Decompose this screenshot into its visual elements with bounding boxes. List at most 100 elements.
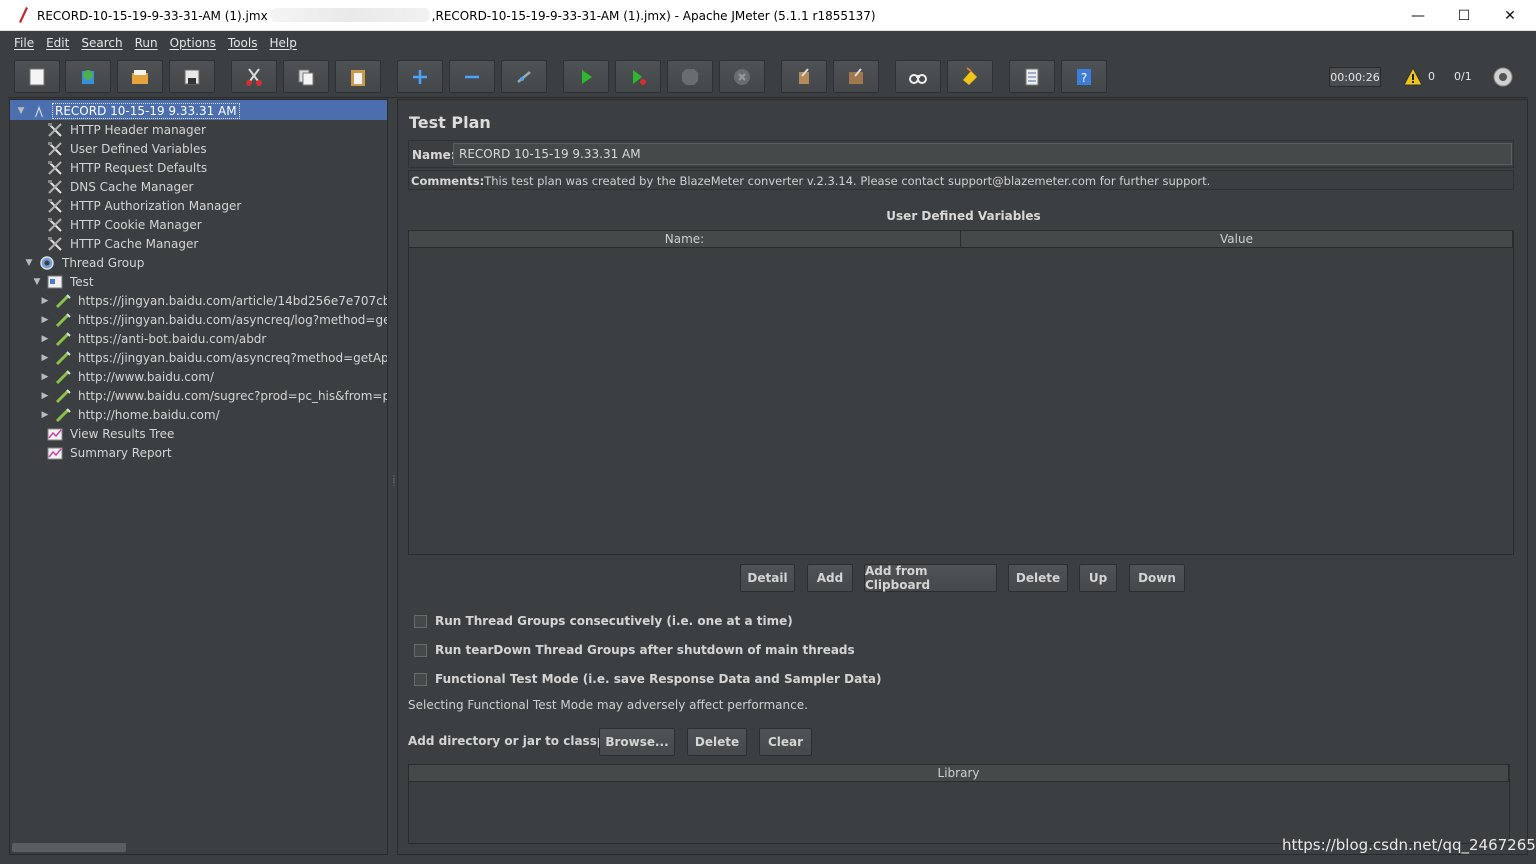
collapsed-arrow-icon[interactable]: ▶ — [40, 410, 50, 420]
functional-mode-checkbox[interactable] — [414, 672, 427, 686]
expanded-arrow-icon[interactable]: ▼ — [16, 106, 26, 116]
up-button[interactable]: Up — [1079, 564, 1117, 592]
collapsed-arrow-icon[interactable]: ▶ — [40, 296, 50, 306]
tree-node-http-www-baidu-com-sugrec-prod-pc-his-fr[interactable]: ▶ http://www.baidu.com/sugrec?prod=pc_his… — [40, 386, 387, 405]
help-button[interactable]: ? — [1061, 60, 1107, 93]
start-no-pause-icon — [633, 69, 646, 85]
expanded-arrow-icon[interactable]: ▼ — [24, 258, 34, 268]
comments-field[interactable]: Comments:This test plan was created by t… — [408, 170, 1514, 190]
reset-search-button[interactable] — [947, 60, 993, 93]
menu-edit[interactable]: Edit — [40, 36, 75, 50]
collapsed-arrow-icon[interactable]: ▶ — [40, 372, 50, 382]
collapsed-arrow-icon[interactable]: ▶ — [40, 353, 50, 363]
comments-label: Comments: — [411, 174, 485, 188]
tree-node-http-www-baidu-com[interactable]: ▶ http://www.baidu.com/ — [40, 367, 216, 386]
tree-node-https-jingyan-baidu-com-article-14bd256e[interactable]: ▶ https://jingyan.baidu.com/article/14bd2… — [40, 291, 387, 310]
tree-node-http-home-baidu-com[interactable]: ▶ http://home.baidu.com/ — [40, 405, 222, 424]
udv-table[interactable]: Name: Value — [408, 230, 1514, 555]
copy-button[interactable] — [283, 60, 329, 93]
clear-button[interactable] — [781, 60, 827, 93]
tree-node-summary-report[interactable]: Summary Report — [32, 443, 174, 462]
clear-library-button[interactable]: Clear — [759, 728, 812, 756]
templates-button[interactable] — [65, 60, 111, 93]
tree-node-user-defined-variables[interactable]: User Defined Variables — [32, 139, 209, 158]
run-consecutively-checkbox[interactable] — [414, 614, 427, 628]
tree-node-http-cookie-manager[interactable]: HTTP Cookie Manager — [32, 215, 204, 234]
start-button[interactable] — [563, 60, 609, 93]
search-button[interactable] — [895, 60, 941, 93]
menu-help[interactable]: Help — [263, 36, 302, 50]
sampler-icon — [54, 330, 72, 348]
start-no-pauses-button[interactable] — [615, 60, 661, 93]
tree-node-label: https://jingyan.baidu.com/asyncreq/log?m… — [78, 312, 387, 327]
minimize-button[interactable]: — — [1395, 0, 1441, 31]
tree-horizontal-scrollbar[interactable] — [12, 843, 126, 852]
tree-node-http-authorization-manager[interactable]: HTTP Authorization Manager — [32, 196, 243, 215]
menu-tools[interactable]: Tools — [222, 36, 264, 50]
active-threads-count: 0/1 — [1454, 70, 1472, 83]
tree-node-thread-group[interactable]: ▼ Thread Group — [24, 253, 146, 272]
add-button[interactable]: Add — [807, 564, 853, 592]
toggle-button[interactable] — [501, 60, 547, 93]
remote-engines-icon[interactable] — [1492, 66, 1514, 88]
start-icon — [582, 69, 592, 84]
menu-file[interactable]: File — [8, 36, 40, 50]
udv-column-value[interactable]: Value — [961, 231, 1513, 248]
delete-variable-button[interactable]: Delete — [1008, 564, 1068, 592]
cut-button[interactable] — [231, 60, 277, 93]
panel-splitter[interactable]: ⋮ ⋮ — [389, 99, 398, 855]
open-button[interactable] — [117, 60, 163, 93]
tree-node-https-jingyan-baidu-com-asyncreq-log-met[interactable]: ▶ https://jingyan.baidu.com/asyncreq/log?… — [40, 310, 387, 329]
down-button[interactable]: Down — [1129, 564, 1185, 592]
collapsed-arrow-icon[interactable]: ▶ — [40, 391, 50, 401]
sampler-icon — [54, 311, 72, 329]
library-column[interactable]: Library — [409, 765, 1509, 782]
tree-node-label: https://jingyan.baidu.com/asyncreq?metho… — [78, 350, 388, 365]
browse-button[interactable]: Browse... — [599, 728, 675, 756]
new-button[interactable] — [14, 60, 60, 93]
collapsed-arrow-icon[interactable]: ▶ — [40, 334, 50, 344]
sampler-icon — [54, 292, 72, 310]
name-field[interactable] — [453, 143, 1512, 165]
library-table[interactable]: Library — [408, 764, 1510, 844]
collapsed-arrow-icon[interactable]: ▶ — [40, 315, 50, 325]
tree-node-test[interactable]: ▼ Test — [32, 272, 96, 291]
collapse-all-button[interactable] — [449, 60, 495, 93]
delete-library-button[interactable]: Delete — [687, 728, 747, 756]
tree-node-dns-cache-manager[interactable]: DNS Cache Manager — [32, 177, 195, 196]
functional-mode-option[interactable]: Functional Test Mode (i.e. save Response… — [414, 670, 882, 688]
maximize-button[interactable]: ☐ — [1441, 0, 1487, 31]
menu-search[interactable]: Search — [75, 36, 128, 50]
run-consecutively-option[interactable]: Run Thread Groups consecutively (i.e. on… — [414, 612, 793, 630]
clear-all-button[interactable] — [833, 60, 879, 93]
tree-node-label: HTTP Cache Manager — [70, 236, 199, 251]
udv-column-name[interactable]: Name: — [409, 231, 961, 248]
add-from-clipboard-button[interactable]: Add from Clipboard — [864, 564, 997, 592]
tree-node-record-10-15-19-9-33-31-am[interactable]: ▼ RECORD 10-15-19 9.33.31 AM — [16, 101, 240, 120]
stop-button[interactable] — [667, 60, 713, 93]
tree-node-http-header-manager[interactable]: HTTP Header manager — [32, 120, 208, 139]
run-teardown-checkbox[interactable] — [414, 643, 427, 657]
tree-node-view-results-tree[interactable]: View Results Tree — [32, 424, 176, 443]
page-title: Test Plan — [409, 113, 491, 132]
cut-icon — [246, 67, 262, 86]
tree-node-label: DNS Cache Manager — [70, 179, 194, 194]
function-helper-button[interactable] — [1009, 60, 1055, 93]
expand-all-button[interactable] — [397, 60, 443, 93]
detail-button[interactable]: Detail — [740, 564, 795, 592]
menu-run[interactable]: Run — [129, 36, 164, 50]
tree-node-http-cache-manager[interactable]: HTTP Cache Manager — [32, 234, 200, 253]
tree-node-https-anti-bot-baidu-com-abdr[interactable]: ▶ https://anti-bot.baidu.com/abdr — [40, 329, 268, 348]
tree-node-https-jingyan-baidu-com-asyncreq-method-[interactable]: ▶ https://jingyan.baidu.com/asyncreq?meth… — [40, 348, 388, 367]
paste-button[interactable] — [335, 60, 381, 93]
close-button[interactable]: ✕ — [1487, 0, 1533, 31]
transaction-controller-icon — [46, 273, 64, 291]
tree-node-http-request-defaults[interactable]: HTTP Request Defaults — [32, 158, 209, 177]
save-button[interactable] — [169, 60, 215, 93]
expanded-arrow-icon[interactable]: ▼ — [32, 277, 42, 287]
clear-all-icon — [849, 67, 863, 84]
run-teardown-option[interactable]: Run tearDown Thread Groups after shutdow… — [414, 641, 855, 659]
shutdown-button[interactable] — [719, 60, 765, 93]
warning-icon[interactable] — [1403, 67, 1423, 87]
menu-options[interactable]: Options — [164, 36, 222, 50]
